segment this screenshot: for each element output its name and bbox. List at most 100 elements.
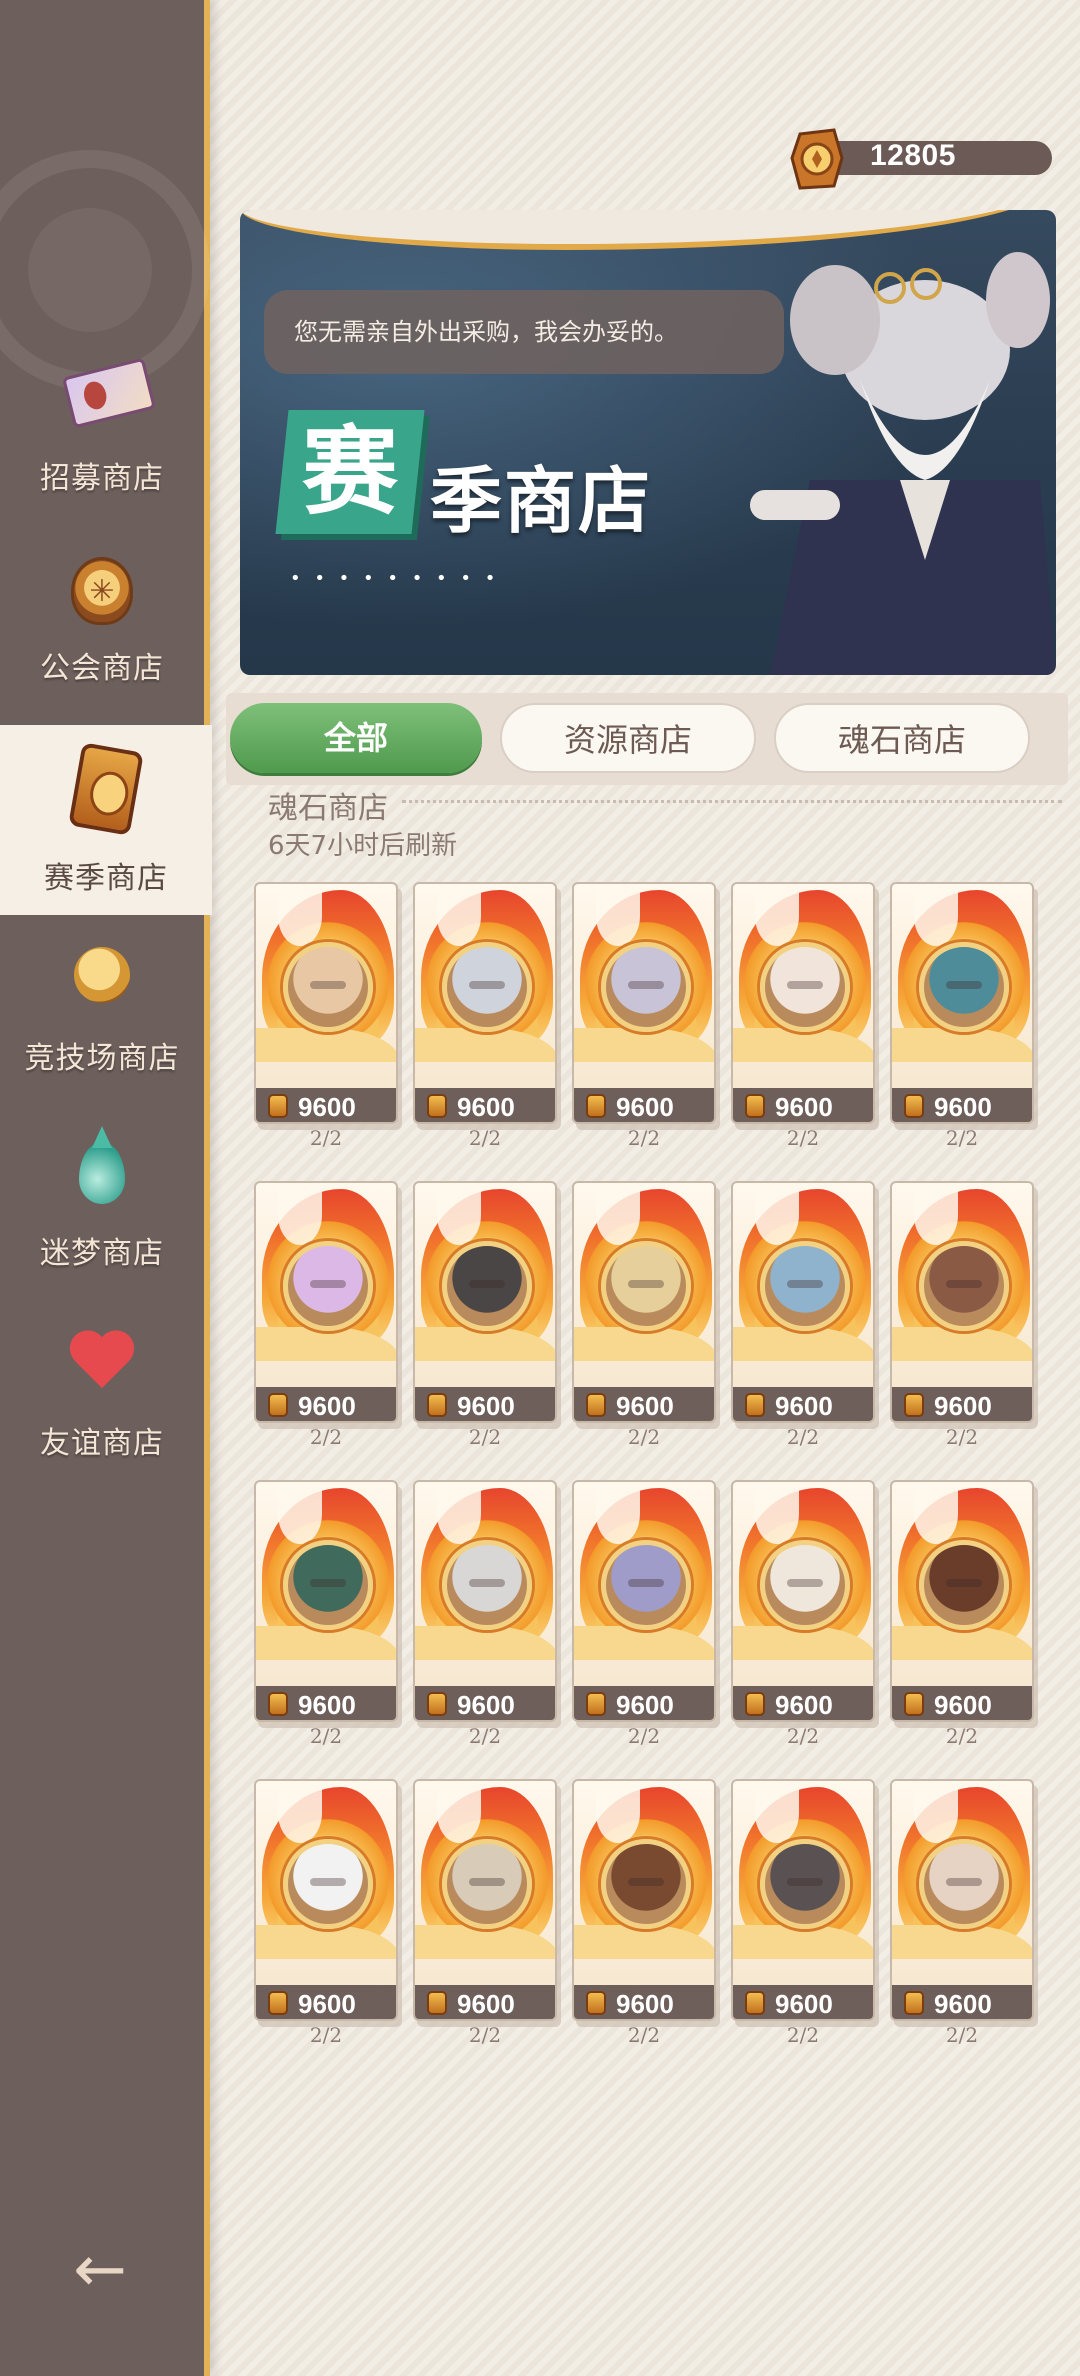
price-bar: 9600: [574, 1088, 714, 1122]
tab-resource-shop[interactable]: 资源商店: [500, 703, 756, 773]
item-price: 9600: [775, 1391, 833, 1421]
refresh-timer: 6天7小时后刷新: [268, 831, 458, 861]
season-token-icon: [68, 742, 144, 837]
item-panel: 9600: [890, 1480, 1034, 1722]
arena-coin-icon: [67, 947, 137, 1017]
item-panel: 9600: [731, 1181, 875, 1423]
shop-item-card[interactable]: 9600 2/2: [572, 882, 716, 1150]
item-price: 9600: [616, 1989, 674, 2019]
item-panel: 9600: [731, 1779, 875, 2021]
item-stock: 2/2: [468, 1126, 502, 1150]
hero-portrait: [919, 1540, 1009, 1630]
tab-all[interactable]: 全部: [230, 703, 482, 773]
item-price: 9600: [775, 1690, 833, 1720]
season-coin-icon: [268, 1991, 288, 2015]
price-bar: 9600: [574, 1686, 714, 1720]
shop-item-card[interactable]: 9600 2/2: [731, 1779, 875, 2047]
hero-portrait: [601, 1839, 691, 1929]
season-coin-icon: [427, 1393, 447, 1417]
sidebar-item-guild-shop[interactable]: 公会商店: [0, 515, 204, 705]
shop-item-card[interactable]: 9600 2/2: [731, 1181, 875, 1449]
season-coin-icon: [586, 1393, 606, 1417]
hero-portrait: [760, 1241, 850, 1331]
sidebar-item-recruit-shop[interactable]: 招募商店: [0, 325, 204, 515]
item-panel: 9600: [413, 1480, 557, 1722]
item-panel: 9600: [572, 1181, 716, 1423]
banner-title-first: 赛: [302, 415, 398, 528]
hero-portrait: [442, 1540, 532, 1630]
price-bar: 9600: [892, 1985, 1032, 2019]
shop-item-card[interactable]: 9600 2/2: [572, 1480, 716, 1748]
sidebar-item-label: 友谊商店: [40, 1426, 164, 1461]
item-price: 9600: [457, 1690, 515, 1720]
section-title: 魂石商店: [268, 791, 388, 826]
item-price: 9600: [298, 1391, 356, 1421]
price-bar: 9600: [415, 1686, 555, 1720]
item-price: 9600: [775, 1989, 833, 2019]
hero-portrait: [760, 1839, 850, 1929]
banner-title-dots: • • • • • • • • •: [290, 568, 500, 589]
item-price: 9600: [616, 1092, 674, 1122]
shop-item-card[interactable]: 9600 2/2: [413, 1181, 557, 1449]
shop-item-card[interactable]: 9600 2/2: [254, 1181, 398, 1449]
sidebar-item-arena-shop[interactable]: 竞技场商店: [0, 905, 204, 1095]
season-coin-icon: [904, 1692, 924, 1716]
season-coin-icon: [268, 1393, 288, 1417]
item-price: 9600: [298, 1690, 356, 1720]
price-bar: 9600: [733, 1985, 873, 2019]
shopkeeper-illustration: [750, 252, 1056, 675]
shop-item-card[interactable]: 9600 2/2: [890, 1181, 1034, 1449]
shop-item-card[interactable]: 9600 2/2: [731, 882, 875, 1150]
shop-item-card[interactable]: 9600 2/2: [413, 882, 557, 1150]
item-stock: 2/2: [627, 1126, 661, 1150]
shop-item-card[interactable]: 9600 2/2: [572, 1779, 716, 2047]
price-bar: 9600: [415, 1985, 555, 2019]
back-button[interactable]: ←: [60, 2238, 140, 2302]
shop-item-card[interactable]: 9600 2/2: [890, 1779, 1034, 2047]
item-stock: 2/2: [786, 1425, 820, 1449]
hero-portrait: [601, 942, 691, 1032]
shopkeeper-dialogue: 您无需亲自外出采购，我会办妥的。: [264, 290, 784, 374]
item-panel: 9600: [890, 1779, 1034, 2021]
item-price: 9600: [616, 1690, 674, 1720]
sidebar-item-label: 迷梦商店: [40, 1236, 164, 1271]
item-price: 9600: [298, 1989, 356, 2019]
shop-item-card[interactable]: 9600 2/2: [413, 1480, 557, 1748]
tab-soulstone-shop[interactable]: 魂石商店: [774, 703, 1030, 773]
season-coin-icon: [427, 1991, 447, 2015]
shop-item-card[interactable]: 9600 2/2: [254, 1779, 398, 2047]
shop-item-card[interactable]: 9600 2/2: [890, 882, 1034, 1150]
hero-portrait: [442, 1241, 532, 1331]
sidebar-item-label: 竞技场商店: [24, 1041, 180, 1076]
sidebar-item-dream-shop[interactable]: 迷梦商店: [0, 1100, 204, 1290]
sidebar-item-friendship-shop[interactable]: 友谊商店: [0, 1290, 204, 1480]
item-panel: 9600: [572, 1480, 716, 1722]
item-price: 9600: [457, 1989, 515, 2019]
item-panel: 9600: [572, 1779, 716, 2021]
hero-portrait: [919, 1241, 1009, 1331]
shop-item-card[interactable]: 9600 2/2: [572, 1181, 716, 1449]
hero-portrait: [283, 942, 373, 1032]
sidebar-item-label: 招募商店: [40, 461, 164, 496]
currency-display: 12805: [790, 128, 1052, 190]
item-stock: 2/2: [309, 2023, 343, 2047]
hero-portrait: [760, 1540, 850, 1630]
shop-item-card[interactable]: 9600 2/2: [254, 1480, 398, 1748]
item-price: 9600: [934, 1391, 992, 1421]
item-stock: 2/2: [468, 1425, 502, 1449]
shop-item-card[interactable]: 9600 2/2: [731, 1480, 875, 1748]
shop-item-card[interactable]: 9600 2/2: [890, 1480, 1034, 1748]
price-bar: 9600: [892, 1686, 1032, 1720]
shop-item-card[interactable]: 9600 2/2: [413, 1779, 557, 2047]
item-panel: 9600: [254, 1779, 398, 2021]
hero-portrait: [601, 1241, 691, 1331]
sidebar-item-season-shop[interactable]: 赛季商店: [0, 725, 212, 915]
item-stock: 2/2: [945, 1425, 979, 1449]
item-price: 9600: [616, 1391, 674, 1421]
season-coin-icon: [745, 1094, 765, 1118]
season-coin-icon: [745, 1991, 765, 2015]
shop-item-card[interactable]: 9600 2/2: [254, 882, 398, 1150]
hero-portrait: [760, 942, 850, 1032]
season-coin-icon: [586, 1991, 606, 2015]
season-shop-banner: 您无需亲自外出采购，我会办妥的。 赛 季商店 • • • • • • • • •: [240, 210, 1056, 675]
